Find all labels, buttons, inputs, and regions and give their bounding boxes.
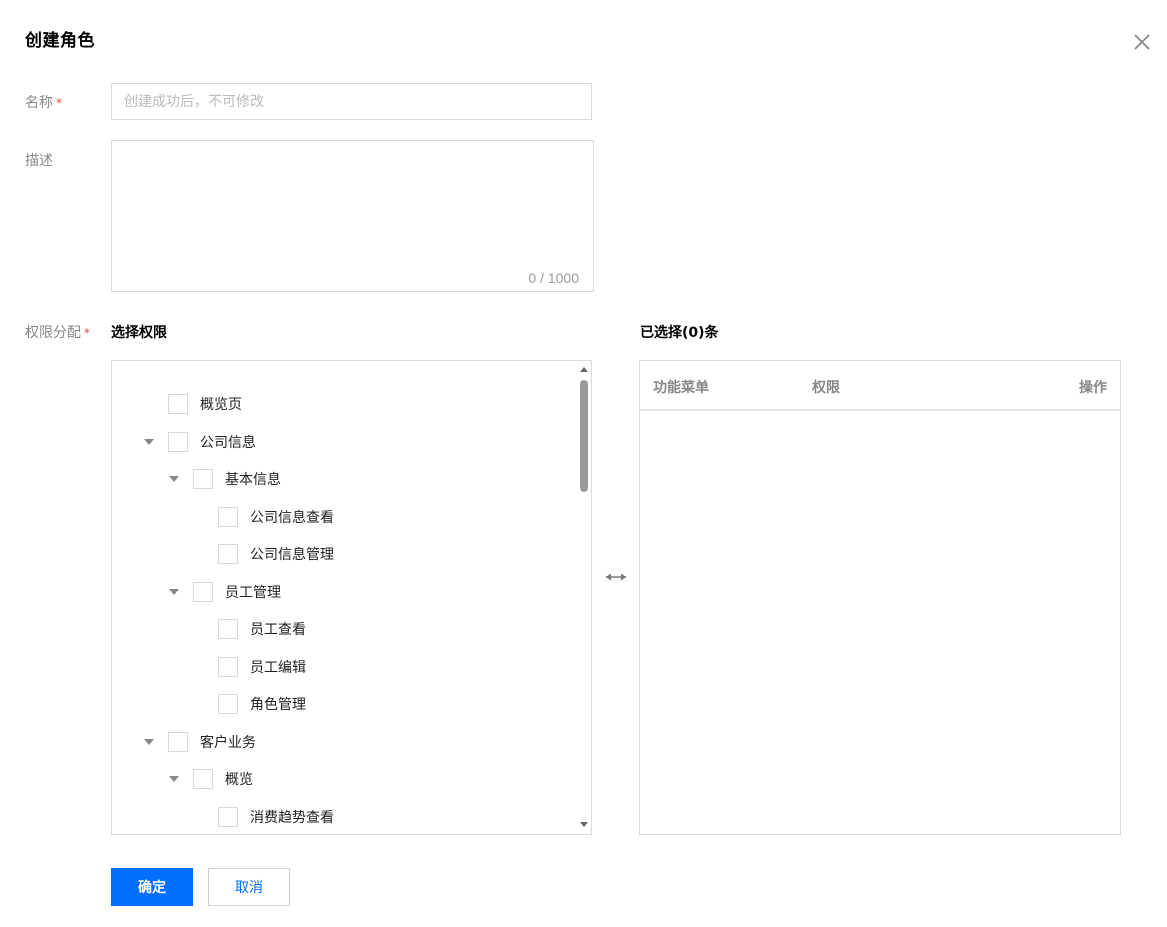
caret-spacer xyxy=(192,697,206,711)
description-field[interactable]: 0 / 1000 xyxy=(111,140,594,292)
close-icon[interactable] xyxy=(1130,30,1154,54)
caret-down-icon[interactable] xyxy=(167,472,181,486)
tree-node-checkbox[interactable] xyxy=(193,581,213,602)
caret-spacer xyxy=(192,660,206,674)
tree-node[interactable]: 员工查看 xyxy=(192,618,306,640)
caret-down-icon[interactable] xyxy=(142,735,156,749)
scroll-thumb[interactable] xyxy=(580,380,588,492)
tree-node-checkbox[interactable] xyxy=(168,731,188,752)
tree-node-checkbox[interactable] xyxy=(218,806,238,827)
tree-node[interactable]: 概览 xyxy=(167,768,253,790)
tree-node-label: 员工编辑 xyxy=(250,659,306,676)
tree-node[interactable]: 员工管理 xyxy=(167,581,281,603)
tree-node-checkbox[interactable] xyxy=(218,619,238,639)
tree-node-label: 基本信息 xyxy=(225,472,281,488)
tree-node-label: 员工管理 xyxy=(225,584,281,601)
tree-node[interactable]: 公司信息查看 xyxy=(192,506,334,528)
scroll-up-icon[interactable] xyxy=(580,366,588,372)
tree-node-checkbox[interactable] xyxy=(218,656,238,677)
tree-node-checkbox[interactable] xyxy=(218,694,238,714)
selected-title: 已选择(0)条 xyxy=(640,325,719,341)
selected-table-header: 功能菜单 权限 操作 xyxy=(640,361,1120,411)
tree-node[interactable]: 消费趋势查看 xyxy=(192,806,334,828)
tree-scrollbar[interactable] xyxy=(577,361,591,834)
dialog-title: 创建角色 xyxy=(25,31,95,51)
cancel-button[interactable]: 取消 xyxy=(208,868,290,906)
tree-node-label: 公司信息查看 xyxy=(250,509,334,526)
name-label: 名称 * xyxy=(25,95,62,111)
tree-node-label: 概览页 xyxy=(200,397,242,413)
description-textarea[interactable] xyxy=(112,141,593,291)
permissions-label: 权限分配 * xyxy=(25,325,90,341)
caret-spacer xyxy=(192,810,206,824)
tree-node[interactable]: 角色管理 xyxy=(192,693,306,715)
tree-node-label: 角色管理 xyxy=(250,697,306,713)
caret-spacer xyxy=(142,397,156,411)
tree-node-label: 概览 xyxy=(225,772,253,788)
column-header-menu: 功能菜单 xyxy=(653,380,709,396)
description-label: 描述 xyxy=(25,153,53,169)
tree-node-checkbox[interactable] xyxy=(193,469,213,489)
tree-node[interactable]: 概览页 xyxy=(142,393,242,415)
permission-tree[interactable]: 概览页公司信息基本信息公司信息查看 公司信息管理员工管理员工查看员工编辑角色管理客… xyxy=(111,360,592,835)
tree-node-label: 公司信息管理 xyxy=(250,547,334,563)
tree-node[interactable]: 基本信息 xyxy=(167,468,281,490)
tree-node-checkbox[interactable] xyxy=(193,769,213,789)
tree-node-label: 消费趋势查看 xyxy=(250,809,334,826)
name-input[interactable] xyxy=(111,83,592,120)
tree-node-label: 公司信息 xyxy=(200,434,256,451)
tree-node[interactable]: 员工编辑 xyxy=(192,656,306,678)
selected-table: 功能菜单 权限 操作 xyxy=(639,360,1121,835)
tree-node[interactable]: 客户业务 xyxy=(142,731,256,753)
permission-tree-title: 选择权限 xyxy=(111,325,167,341)
confirm-button[interactable]: 确定 xyxy=(111,868,193,906)
tree-node-checkbox[interactable] xyxy=(168,431,188,452)
tree-node-checkbox[interactable] xyxy=(218,506,238,527)
caret-spacer xyxy=(192,622,206,636)
transfer-arrows-icon xyxy=(604,569,628,585)
caret-spacer xyxy=(192,510,206,524)
caret-down-icon[interactable] xyxy=(142,435,156,449)
tree-node-label: 客户业务 xyxy=(200,734,256,751)
tree-node-label: 员工查看 xyxy=(250,622,306,638)
column-header-permission: 权限 xyxy=(812,380,840,396)
scroll-down-icon[interactable] xyxy=(580,822,588,828)
column-header-action: 操作 xyxy=(1079,380,1107,396)
tree-node-checkbox[interactable] xyxy=(168,394,188,414)
tree-node-checkbox[interactable] xyxy=(218,544,238,564)
caret-down-icon[interactable] xyxy=(167,772,181,786)
description-counter: 0 / 1000 xyxy=(528,270,579,286)
tree-node[interactable]: 公司信息 xyxy=(142,431,256,453)
caret-spacer xyxy=(192,547,206,561)
caret-down-icon[interactable] xyxy=(167,585,181,599)
tree-node[interactable]: 公司信息管理 xyxy=(192,543,334,565)
